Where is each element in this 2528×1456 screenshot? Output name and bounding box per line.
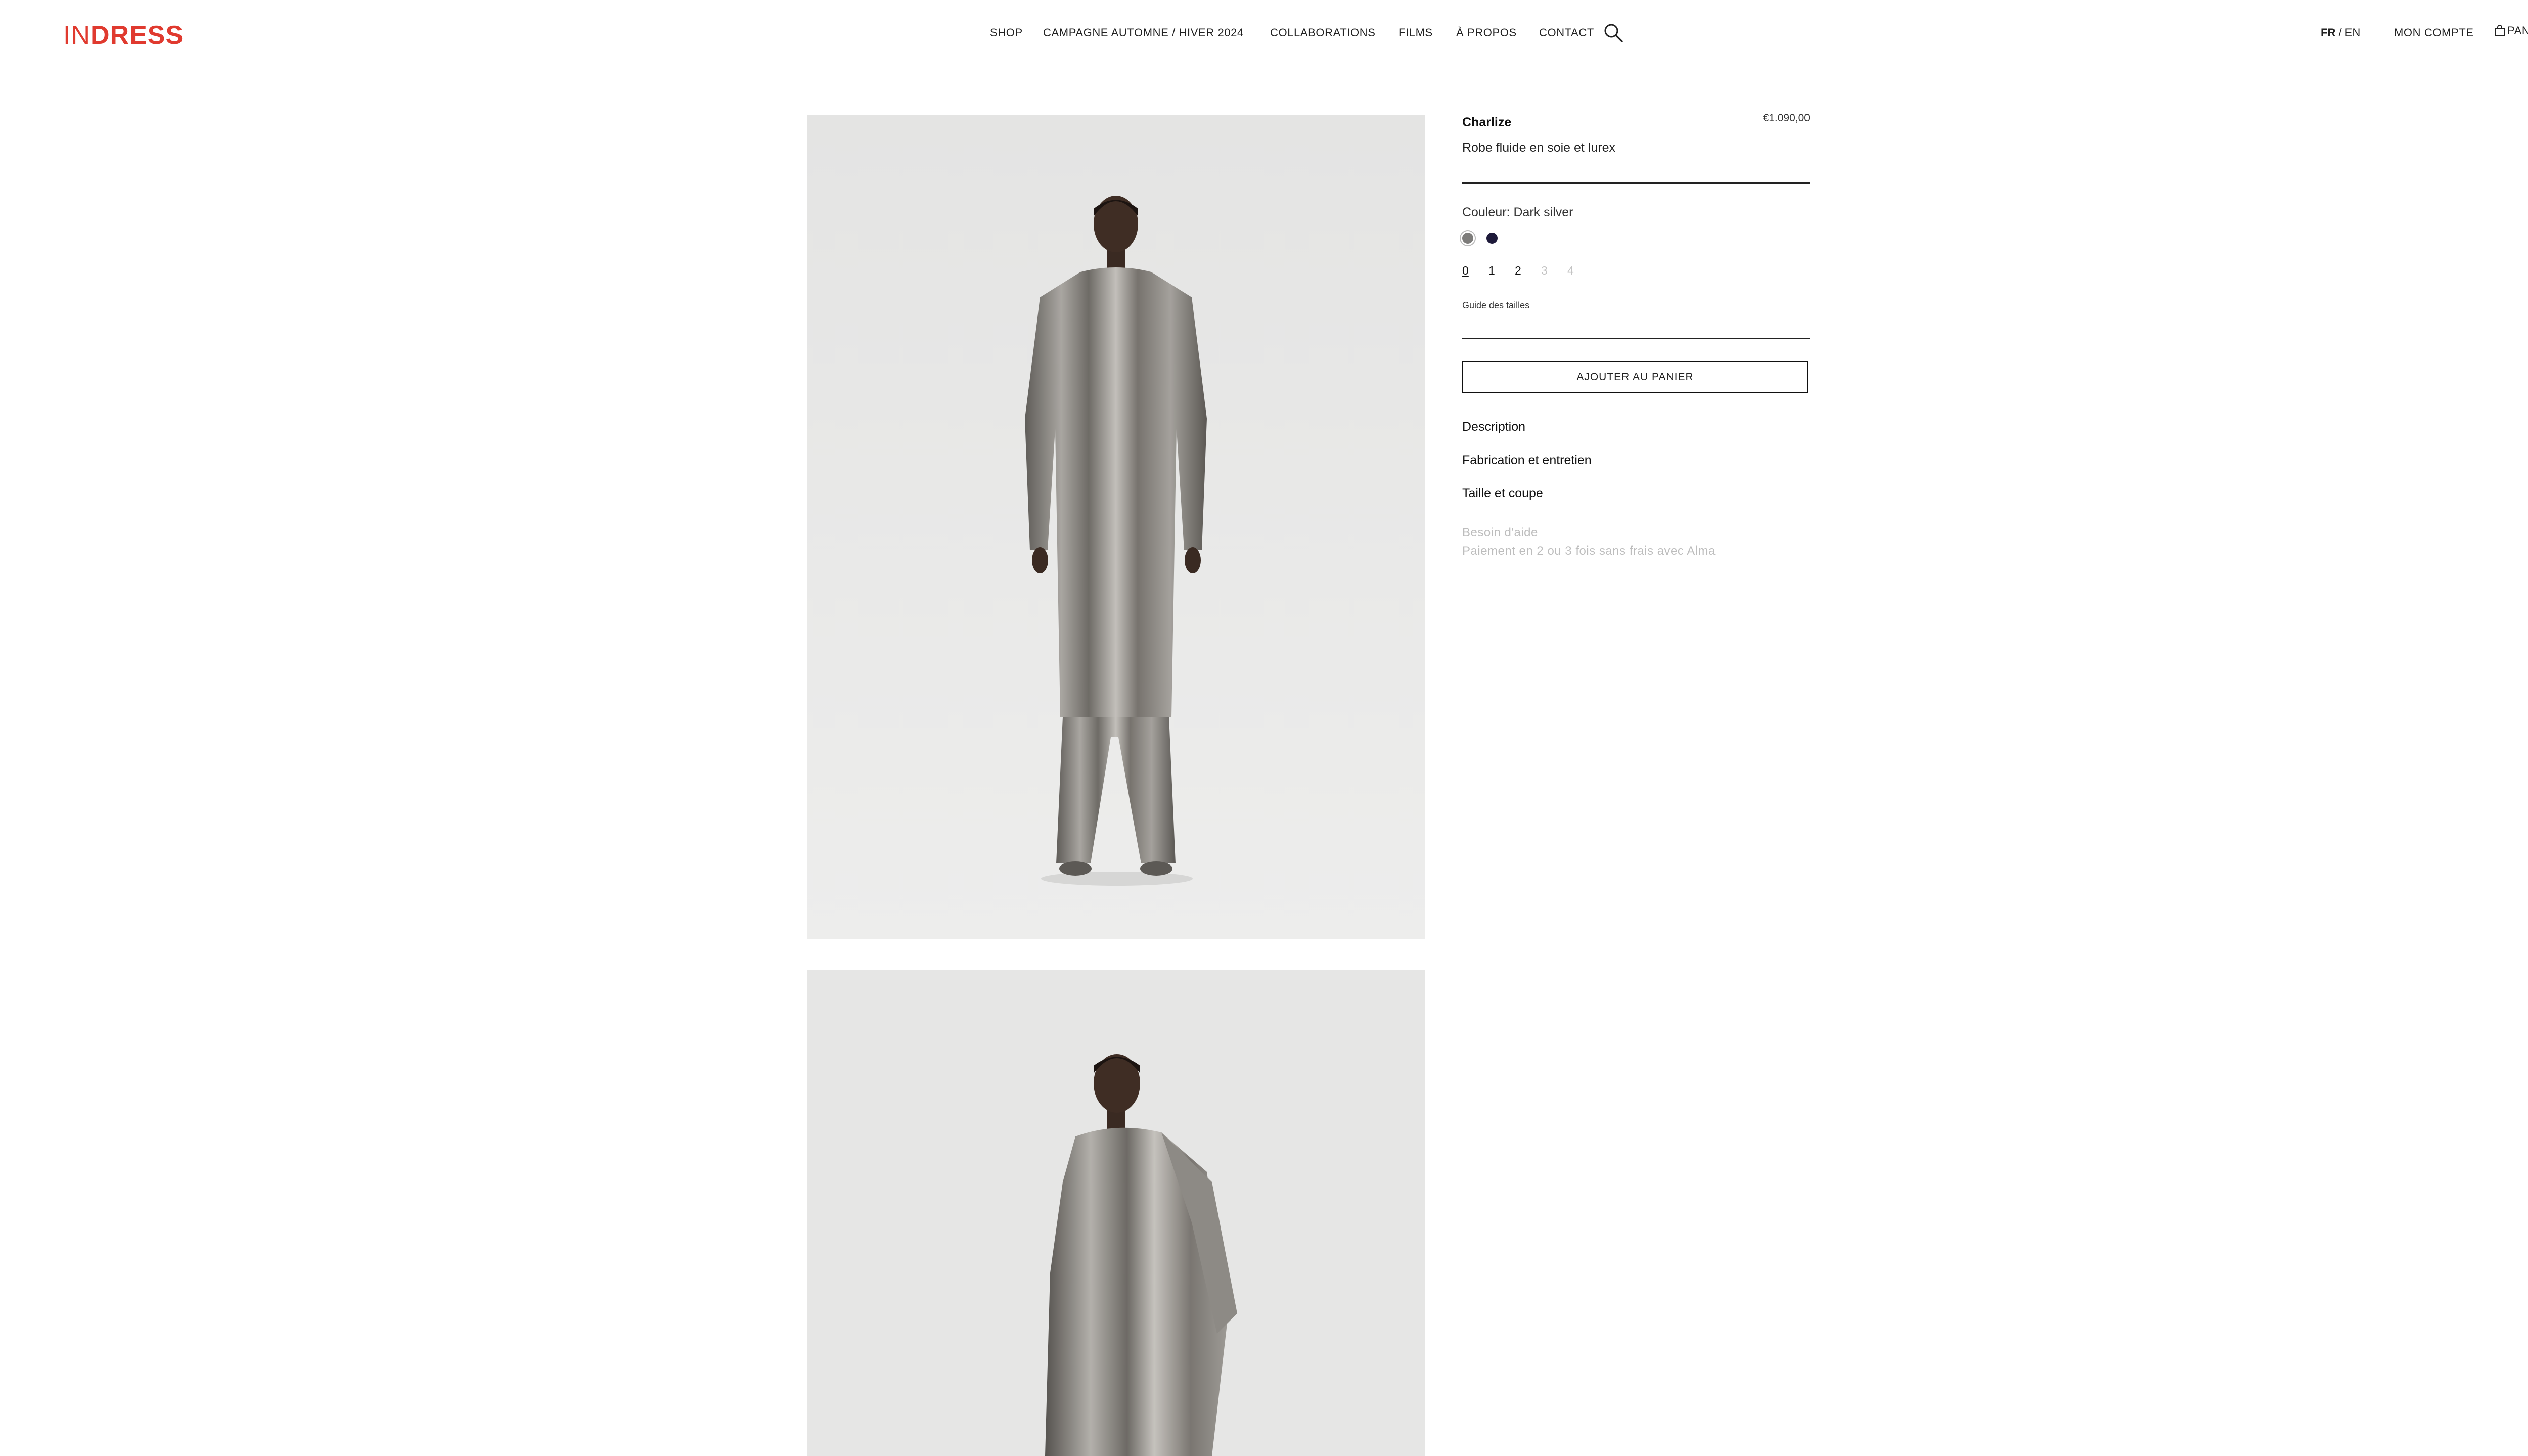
divider bbox=[1462, 182, 1810, 184]
nav-collaborations[interactable]: COLLABORATIONS bbox=[1270, 26, 1375, 39]
nav-about[interactable]: À PROPOS bbox=[1456, 26, 1517, 39]
account-link[interactable]: MON COMPTE bbox=[2394, 26, 2474, 39]
accordion-size-fit[interactable]: Taille et coupe bbox=[1462, 486, 1543, 501]
main-nav: SHOP CAMPAGNE AUTOMNE / HIVER 2024 COLLA… bbox=[0, 26, 2528, 47]
search-icon[interactable] bbox=[1603, 22, 1624, 43]
size-option[interactable]: 1 bbox=[1488, 264, 1495, 278]
size-guide-link[interactable]: Guide des tailles bbox=[1462, 300, 1529, 311]
nav-shop[interactable]: SHOP bbox=[990, 26, 1023, 39]
color-label: Couleur: Dark silver bbox=[1462, 205, 1573, 219]
add-to-cart-button[interactable]: AJOUTER AU PANIER bbox=[1462, 361, 1808, 393]
accordion-fabrication[interactable]: Fabrication et entretien bbox=[1462, 453, 1592, 468]
nav-films[interactable]: FILMS bbox=[1398, 26, 1433, 39]
lang-separator: / bbox=[2335, 26, 2345, 39]
lang-en[interactable]: EN bbox=[2345, 26, 2361, 39]
divider bbox=[1462, 338, 1810, 339]
product-image-1[interactable] bbox=[807, 115, 1425, 939]
cart-link[interactable]: PANIER bbox=[2494, 24, 2528, 37]
nav-contact[interactable]: CONTACT bbox=[1539, 26, 1594, 39]
product-subtitle: Robe fluide en soie et lurex bbox=[1462, 141, 1615, 155]
nav-campaign[interactable]: CAMPAGNE AUTOMNE / HIVER 2024 bbox=[1043, 26, 1244, 39]
alma-payment-text: Paiement en 2 ou 3 fois sans frais avec … bbox=[1462, 544, 1716, 558]
help-link[interactable]: Besoin d'aide bbox=[1462, 526, 1538, 540]
bag-icon bbox=[2495, 25, 2505, 36]
swatch-navy[interactable] bbox=[1486, 233, 1498, 244]
product-image-2[interactable] bbox=[807, 970, 1425, 1456]
size-option[interactable]: 0 bbox=[1462, 264, 1469, 278]
size-option: 3 bbox=[1541, 264, 1548, 277]
product-price: €1.090,00 bbox=[1763, 112, 1810, 124]
product-photo-side bbox=[807, 970, 1425, 1456]
swatch-dark-silver[interactable] bbox=[1462, 233, 1473, 244]
cart-label: PANIER bbox=[2507, 24, 2528, 37]
size-option: 4 bbox=[1567, 264, 1574, 277]
product-photo-front bbox=[807, 115, 1425, 939]
product-name: Charlize bbox=[1462, 115, 1512, 129]
size-option[interactable]: 2 bbox=[1515, 264, 1521, 278]
accordion-description[interactable]: Description bbox=[1462, 420, 1525, 434]
lang-fr[interactable]: FR bbox=[2321, 26, 2335, 39]
site-header: INDRESS SHOP CAMPAGNE AUTOMNE / HIVER 20… bbox=[0, 0, 2528, 71]
language-switcher: FR / EN bbox=[2321, 26, 2360, 39]
